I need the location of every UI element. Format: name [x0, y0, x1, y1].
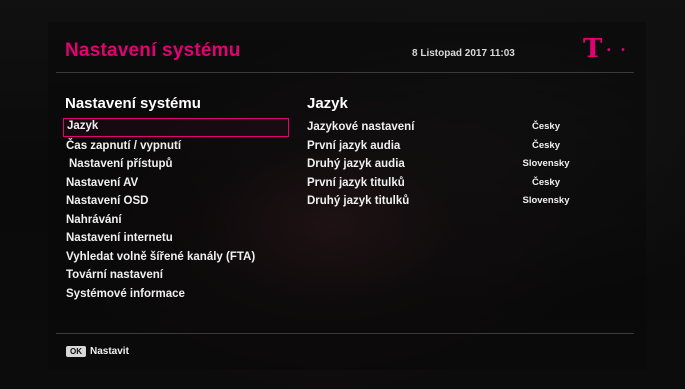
menu-item-jazyk[interactable]: Jazyk: [63, 118, 289, 137]
setting-value: Česky: [532, 176, 560, 188]
date-time: 8 Listopad 2017 11:03: [412, 48, 515, 59]
setting-label: Druhý jazyk audia: [307, 158, 405, 170]
setting-value: Česky: [532, 121, 560, 132]
footer-hint: OK Nastavit: [66, 344, 129, 358]
footer-action-label: Nastavit: [90, 345, 129, 357]
language-settings: Jazykové nastavení Česky První jazyk aud…: [307, 118, 597, 211]
setting-row[interactable]: Druhý jazyk audia Slovensky: [307, 155, 597, 174]
menu-item-nastaveni-osd[interactable]: Nastavení OSD: [63, 192, 289, 211]
page-title: Nastavení systému: [65, 40, 241, 61]
setting-row[interactable]: První jazyk titulků Česky: [307, 174, 597, 193]
settings-menu: Jazyk Čas zapnutí / vypnutí Nastavení př…: [63, 118, 289, 303]
detail-title: Jazyk: [307, 95, 348, 112]
footer-divider: [56, 333, 634, 334]
menu-item-tovarni-nastaveni[interactable]: Tovární nastavení: [63, 266, 289, 285]
setting-label: Jazykové nastavení: [307, 121, 415, 133]
menu-item-vyhledat-fta[interactable]: Vyhledat volně šířené kanály (FTA): [63, 248, 289, 267]
setting-row[interactable]: Druhý jazyk titulků Slovensky: [307, 192, 597, 211]
menu-item-systemove-informace[interactable]: Systémové informace: [63, 285, 289, 304]
setting-value: Slovensky: [522, 195, 570, 206]
setting-label: První jazyk titulků: [307, 176, 405, 189]
menu-item-cas-zapnuti[interactable]: Čas zapnutí / vypnutí: [63, 137, 289, 156]
setting-row[interactable]: První jazyk audia Česky: [307, 137, 597, 156]
setting-value: Slovensky: [522, 158, 570, 169]
setting-row[interactable]: Jazykové nastavení Česky: [307, 118, 597, 137]
setting-label: Druhý jazyk titulků: [307, 195, 410, 207]
menu-item-nastaveni-internetu[interactable]: Nastavení internetu: [63, 229, 289, 248]
menu-title: Nastavení systému: [65, 95, 201, 112]
header-divider: [56, 72, 634, 73]
setting-label: První jazyk audia: [307, 139, 401, 152]
ok-key-icon: OK: [66, 345, 86, 357]
menu-item-nastaveni-av[interactable]: Nastavení AV: [63, 174, 289, 193]
menu-item-nahravani[interactable]: Nahrávání: [63, 211, 289, 230]
telekom-t-logo-icon: T • •: [583, 34, 629, 64]
setting-value: Česky: [532, 139, 560, 151]
menu-item-nastaveni-pristupu[interactable]: Nastavení přístupů: [63, 155, 289, 174]
